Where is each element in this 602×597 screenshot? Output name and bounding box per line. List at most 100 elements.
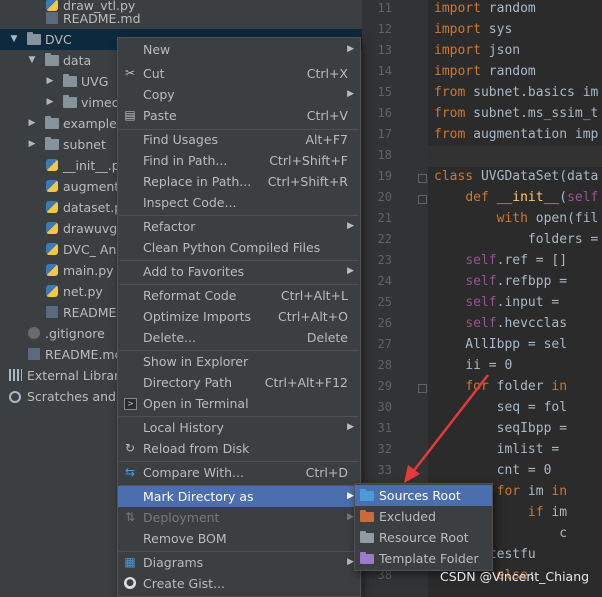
current-line-highlight	[428, 146, 602, 167]
menu-item-create-gist[interactable]: ● Create Gist...	[118, 573, 360, 594]
watermark: CSDN @Vincent_Chiang	[440, 569, 590, 584]
line-number: 18	[377, 148, 392, 162]
submenu-item-resource-root[interactable]: Resource Root	[355, 527, 492, 548]
code-line: self.refbpp =	[465, 274, 568, 289]
menu-item-shortcut: Ctrl+Shift+R	[267, 174, 348, 189]
chevron-right-icon[interactable]: ▶	[26, 113, 38, 134]
code-line: import random	[434, 64, 536, 79]
diagram-icon: ▦	[124, 555, 136, 569]
menu-item-reload-from-disk[interactable]: ↻ Reload from Disk	[118, 438, 360, 459]
menu-item-paste[interactable]: ▤ Paste Ctrl+V	[118, 105, 360, 126]
submenu-item-label: Resource Root	[379, 530, 469, 545]
submenu-item-template-folder[interactable]: Template Folder	[355, 548, 492, 569]
menu-item-local-history[interactable]: Local History ▶	[118, 417, 360, 438]
menu-item-label: Delete...	[143, 330, 196, 345]
code-line: def __init__(self	[465, 190, 599, 205]
line-number: 28	[377, 358, 392, 372]
submenu-arrow-icon: ▶	[347, 44, 354, 54]
terminal-icon: >	[124, 398, 137, 410]
gitignore-file-icon	[28, 327, 40, 339]
menu-item-shortcut: Ctrl+Shift+F	[269, 153, 348, 168]
markdown-file-icon	[46, 12, 58, 24]
menu-item-find-usages[interactable]: Find Usages Alt+F7	[118, 129, 360, 150]
code-line: seq = fol	[434, 400, 568, 415]
code-line: with open(fil	[496, 211, 599, 226]
menu-item-shortcut: Ctrl+Alt+O	[278, 309, 348, 324]
tree-item-label: data	[63, 53, 92, 68]
line-number: 11	[377, 1, 392, 15]
chevron-right-icon[interactable]: ▶	[26, 134, 38, 155]
menu-item-label: Paste	[143, 108, 177, 123]
fold-marker-icon[interactable]	[418, 195, 427, 204]
chevron-down-icon[interactable]: ▼	[8, 29, 20, 50]
python-file-icon	[46, 201, 58, 213]
tree-item-readme[interactable]: README.md	[0, 8, 362, 29]
tree-item-label: net.py	[63, 284, 103, 299]
chevron-right-icon[interactable]: ▶	[44, 92, 56, 113]
scissors-icon: ✂	[124, 66, 136, 80]
menu-item-compare-with[interactable]: ⇆ Compare With... Ctrl+D	[118, 462, 360, 483]
menu-item-label: Diagrams	[143, 555, 204, 570]
tree-item-label: README.md	[63, 11, 141, 26]
menu-item-reformat-code[interactable]: Reformat Code Ctrl+Alt+L	[118, 285, 360, 306]
menu-item-replace-in-path[interactable]: Replace in Path... Ctrl+Shift+R	[118, 171, 360, 192]
submenu-arrow-icon: ▶	[347, 491, 354, 501]
menu-item-label: Reload from Disk	[143, 441, 250, 456]
markdown-file-icon	[28, 348, 40, 360]
menu-item-refactor[interactable]: Refactor ▶	[118, 216, 360, 237]
menu-item-remove-bom[interactable]: Remove BOM	[118, 528, 360, 549]
line-number: 19	[377, 169, 392, 183]
menu-item-open-in-terminal[interactable]: > Open in Terminal	[118, 393, 360, 414]
menu-item-clean-compiled[interactable]: Clean Python Compiled Files	[118, 237, 360, 258]
code-line: ii = 0	[434, 358, 513, 373]
code-line: import json	[434, 43, 521, 58]
folder-icon	[45, 53, 59, 66]
submenu-arrow-icon: ▶	[347, 221, 354, 231]
menu-item-label: Copy	[143, 87, 175, 102]
chevron-down-icon[interactable]: ▼	[26, 50, 38, 71]
chevron-right-icon[interactable]: ▶	[44, 71, 56, 92]
folder-icon	[27, 32, 41, 45]
menu-item-cut[interactable]: ✂ Cut Ctrl+X	[118, 63, 360, 84]
menu-item-show-in-explorer[interactable]: Show in Explorer	[118, 351, 360, 372]
menu-item-directory-path[interactable]: Directory Path Ctrl+Alt+F12	[118, 372, 360, 393]
menu-item-diagrams[interactable]: ▦ Diagrams ▶	[118, 552, 360, 573]
fold-marker-icon[interactable]	[418, 384, 427, 393]
code-line: imlist =	[434, 442, 560, 457]
menu-item-new[interactable]: New ▶	[118, 39, 360, 60]
menu-item-label: Mark Directory as	[143, 489, 254, 504]
menu-item-shortcut: Ctrl+V	[306, 108, 348, 123]
tree-item-label: External Librarie	[27, 368, 131, 383]
fold-marker-icon[interactable]	[418, 174, 427, 183]
submenu-item-label: Sources Root	[379, 488, 461, 503]
menu-item-find-in-path[interactable]: Find in Path... Ctrl+Shift+F	[118, 150, 360, 171]
submenu-item-sources-root[interactable]: Sources Root	[355, 485, 492, 506]
tree-item-label: UVG	[81, 74, 109, 89]
menu-item-copy[interactable]: Copy ▶	[118, 84, 360, 105]
line-number: 16	[377, 106, 392, 120]
menu-item-mark-directory-as[interactable]: Mark Directory as ▶	[118, 486, 360, 507]
code-line: self.input =	[465, 295, 560, 310]
menu-item-shortcut: Ctrl+D	[305, 465, 348, 480]
menu-item-delete[interactable]: Delete... Delete	[118, 327, 360, 348]
menu-item-add-to-favorites[interactable]: Add to Favorites ▶	[118, 261, 360, 282]
submenu-item-excluded[interactable]: Excluded	[355, 506, 492, 527]
menu-item-label: Cut	[143, 66, 165, 81]
menu-item-label: Reformat Code	[143, 288, 237, 303]
line-number: 17	[377, 127, 392, 141]
line-number: 25	[377, 295, 392, 309]
clipboard-icon: ▤	[124, 108, 136, 122]
tree-item-label: DVC	[45, 32, 72, 47]
code-line: from subnet.ms_ssim_t	[434, 106, 599, 121]
menu-item-deployment[interactable]: ⇅ Deployment ▶	[118, 507, 360, 528]
menu-item-inspect-code[interactable]: Inspect Code...	[118, 192, 360, 213]
folder-icon	[63, 95, 77, 108]
menu-item-label: Remove BOM	[143, 531, 227, 546]
line-number: 24	[377, 274, 392, 288]
menu-item-shortcut: Ctrl+X	[306, 66, 348, 81]
code-line: self.ref = []	[465, 253, 568, 268]
menu-item-label: Local History	[143, 420, 224, 435]
code-line: import sys	[434, 22, 513, 37]
menu-item-optimize-imports[interactable]: Optimize Imports Ctrl+Alt+O	[118, 306, 360, 327]
mark-directory-submenu: Sources Root Excluded Resource Root Temp…	[354, 483, 493, 571]
